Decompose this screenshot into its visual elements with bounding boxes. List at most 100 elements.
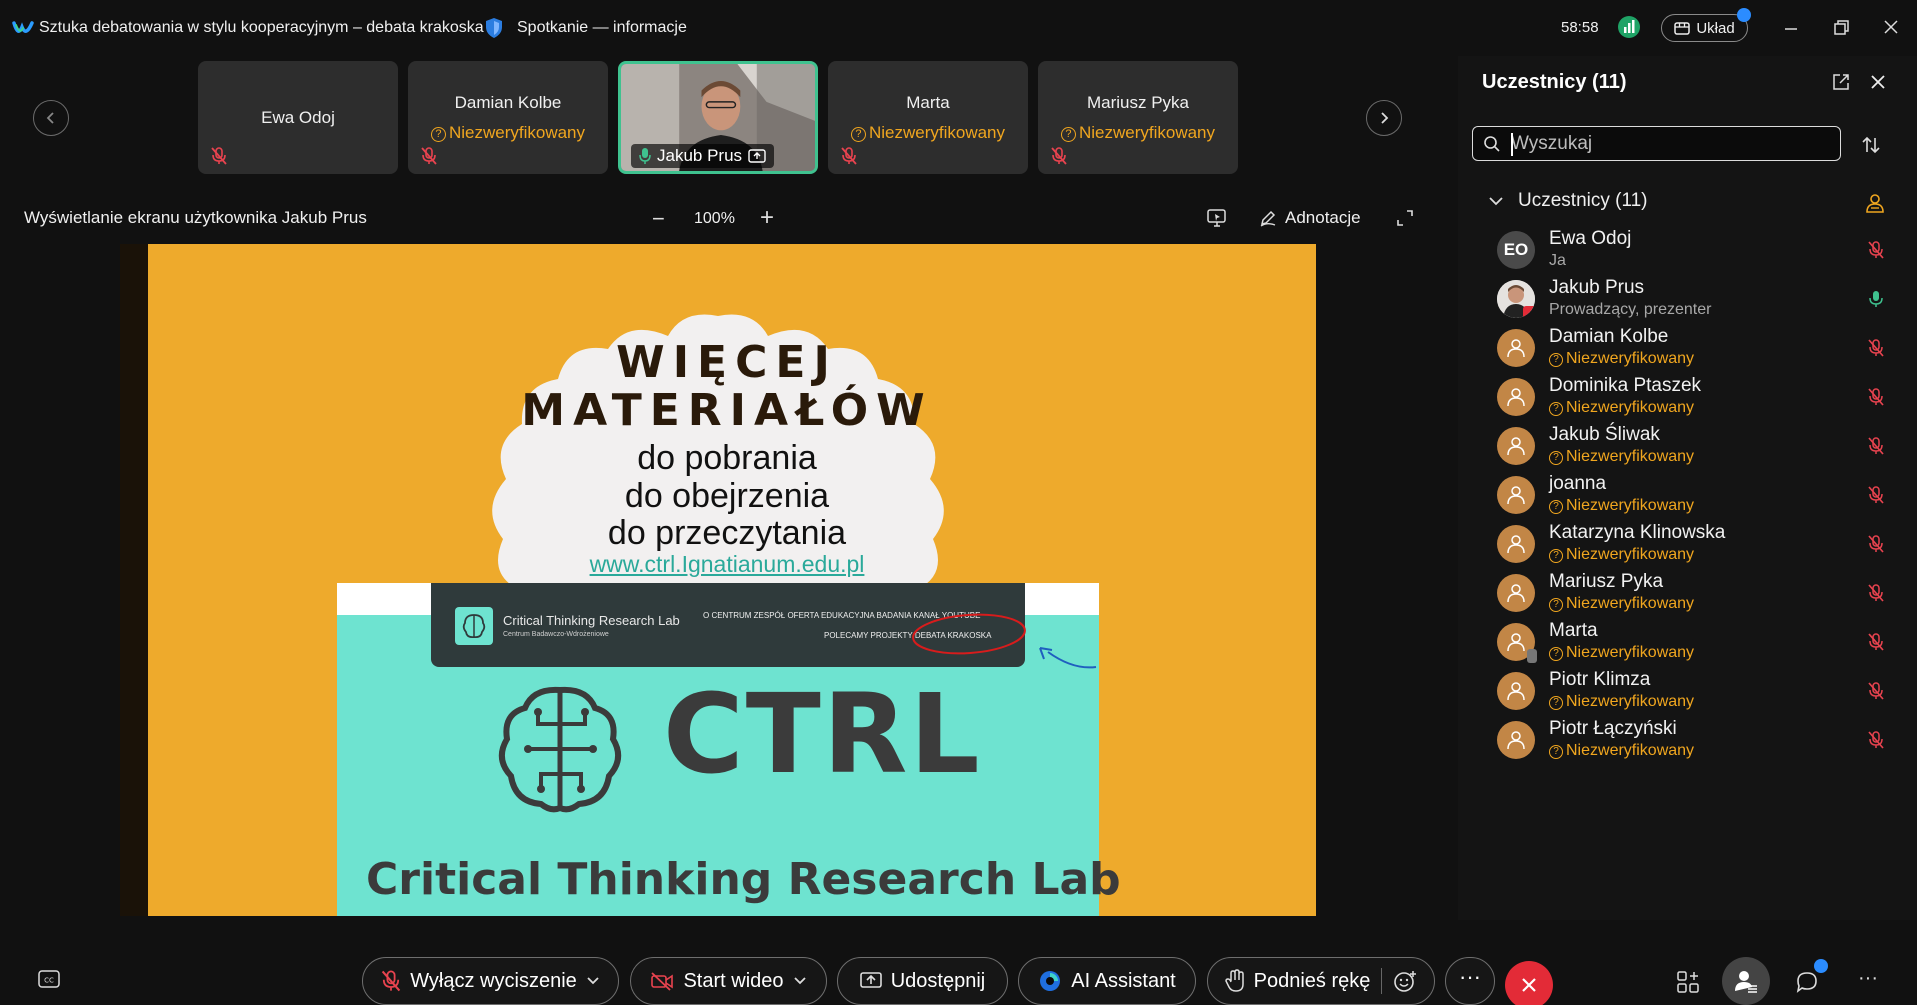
participants-panel: Uczestnicy (11) Uczestnicy (11) EO Ewa O… (1458, 56, 1917, 920)
chevron-down-icon[interactable] (793, 976, 807, 986)
avatar (1497, 525, 1535, 563)
participant-row[interactable]: EO Ewa Odoj Ja (1458, 226, 1917, 275)
expand-icon[interactable] (1395, 208, 1415, 228)
thumbnails-next-button[interactable] (1366, 100, 1402, 136)
restore-icon[interactable] (1830, 16, 1852, 38)
panel-title: Uczestnicy (11) (1482, 71, 1627, 93)
zoom-in-button[interactable]: + (760, 204, 774, 232)
participant-row[interactable]: Marta ? Niezweryfikowany (1458, 618, 1917, 667)
presenter-badge (1523, 306, 1535, 318)
participant-row[interactable]: Jakub Śliwak ? Niezweryfikowany (1458, 422, 1917, 471)
participant-name: Marta (1549, 620, 1598, 641)
start-video-button[interactable]: Start wideo (630, 957, 827, 1005)
annotations-label: Adnotacje (1285, 208, 1361, 227)
question-icon: ? (1549, 598, 1563, 612)
pop-out-icon[interactable] (1831, 72, 1851, 92)
unverified-badge: ? Niezweryfikowany (1549, 399, 1694, 417)
reactions-icon[interactable] (1393, 969, 1417, 993)
participant-row[interactable]: Piotr Łączyński ? Niezweryfikowany (1458, 716, 1917, 765)
network-stats-icon[interactable] (1618, 16, 1640, 38)
unverified-badge: ? Niezweryfikowany (1549, 448, 1694, 466)
zoom-out-button[interactable]: − (652, 206, 665, 232)
mic-muted-icon[interactable] (1868, 534, 1884, 554)
question-icon: ? (1549, 402, 1563, 416)
participants-icon (1735, 971, 1757, 993)
host-controls-icon[interactable] (1864, 192, 1886, 214)
active-speaker-thumbnail[interactable]: Jakub Prus (618, 61, 818, 174)
share-button[interactable]: Udostępnij (837, 957, 1008, 1005)
question-icon: ? (1549, 647, 1563, 661)
participant-row[interactable]: Jakub Prus Prowadzący, prezenter (1458, 275, 1917, 324)
ai-assistant-button[interactable]: AI Assistant (1018, 957, 1196, 1005)
participant-search[interactable] (1472, 126, 1841, 161)
leave-meeting-button[interactable] (1505, 961, 1553, 1005)
participant-row[interactable]: Mariusz Pyka ? Niezweryfikowany (1458, 569, 1917, 618)
mic-muted-icon[interactable] (1868, 240, 1884, 260)
participant-row[interactable]: Dominika Ptaszek ? Niezweryfikowany (1458, 373, 1917, 422)
mic-on-icon[interactable] (1868, 289, 1884, 309)
sort-icon[interactable] (1860, 134, 1882, 156)
shield-icon[interactable] (484, 17, 504, 39)
close-icon[interactable] (1868, 72, 1888, 92)
participant-row[interactable]: Damian Kolbe ? Niezweryfikowany (1458, 324, 1917, 373)
more-panels-button[interactable]: ··· (1854, 968, 1882, 996)
chevron-down-icon[interactable] (586, 976, 600, 986)
mic-muted-icon[interactable] (1868, 387, 1884, 407)
meeting-info-button[interactable]: Spotkanie — informacje (517, 19, 687, 37)
question-icon: ? (1549, 500, 1563, 514)
layout-label: Układ (1696, 19, 1735, 37)
more-options-button[interactable]: ··· (1445, 957, 1495, 1005)
closed-captions-icon[interactable]: CC (38, 970, 60, 988)
participant-name: Ewa Odoj (1549, 228, 1632, 249)
thumbnails-prev-button[interactable] (33, 100, 69, 136)
participant-row[interactable]: joanna ? Niezweryfikowany (1458, 471, 1917, 520)
mic-muted-icon[interactable] (1868, 632, 1884, 652)
layout-button[interactable]: Układ (1661, 8, 1751, 42)
mic-muted-icon[interactable] (1868, 583, 1884, 603)
chevron-right-icon (1381, 112, 1389, 124)
notification-dot (1737, 8, 1751, 22)
mic-muted-icon (1051, 147, 1067, 165)
participant-role: Prowadzący, prezenter (1549, 301, 1712, 318)
guest-user-icon (1507, 535, 1525, 554)
participant-thumbnail[interactable]: Damian Kolbe ? Niezweryfikowany (408, 61, 608, 174)
minimize-icon[interactable] (1780, 16, 1802, 38)
mic-muted-icon[interactable] (1868, 436, 1884, 456)
text-cursor (1511, 133, 1513, 156)
participants-button[interactable] (1722, 957, 1770, 1005)
raise-hand-button[interactable]: Podnieś rękę (1207, 957, 1435, 1005)
meeting-title: Sztuka debatowania w stylu kooperacyjnym… (39, 19, 484, 36)
mic-muted-icon[interactable] (1868, 681, 1884, 701)
annotation-arrow (1039, 647, 1097, 669)
slide-url-link[interactable]: www.ctrl.Ignatianum.edu.pl (518, 551, 936, 578)
participant-thumbnail[interactable]: Marta ? Niezweryfikowany (828, 61, 1028, 174)
participant-thumbnail[interactable]: Mariusz Pyka ? Niezweryfikowany (1038, 61, 1238, 174)
close-icon (1522, 978, 1536, 992)
thumbnail-name: Damian Kolbe (454, 93, 562, 112)
video-off-icon (651, 972, 674, 991)
mic-muted-icon[interactable] (1868, 338, 1884, 358)
remote-control-icon[interactable] (1206, 208, 1228, 228)
search-input[interactable] (1511, 131, 1831, 157)
avatar (1497, 721, 1535, 759)
svg-text:CC: CC (44, 977, 54, 985)
participant-name: Mariusz Pyka (1549, 571, 1664, 592)
annotations-button[interactable]: Adnotacje (1259, 208, 1361, 228)
mic-muted-icon[interactable] (1868, 730, 1884, 750)
participant-row[interactable]: Piotr Klimza ? Niezweryfikowany (1458, 667, 1917, 716)
mobile-device-badge (1527, 649, 1537, 663)
participant-row[interactable]: Katarzyna Klinowska ? Niezweryfikowany (1458, 520, 1917, 569)
slide-headline-2: MATERIAŁÓW (521, 385, 933, 436)
participants-group-header[interactable]: Uczestnicy (11) (1488, 190, 1648, 212)
unmute-button[interactable]: Wyłącz wyciszenie (362, 957, 619, 1005)
apps-button[interactable] (1674, 968, 1702, 996)
thumbnail-name: Mariusz Pyka (1086, 93, 1190, 112)
close-window-icon[interactable] (1880, 16, 1902, 38)
hand-icon (1224, 969, 1244, 992)
mic-muted-icon[interactable] (1868, 485, 1884, 505)
participant-thumbnail[interactable]: Ewa Odoj (198, 61, 398, 174)
thumbnail-name: Jakub Prus (657, 146, 743, 165)
question-icon: ? (1549, 745, 1563, 759)
avatar: EO (1497, 231, 1535, 269)
ai-assistant-icon (1040, 971, 1061, 991)
